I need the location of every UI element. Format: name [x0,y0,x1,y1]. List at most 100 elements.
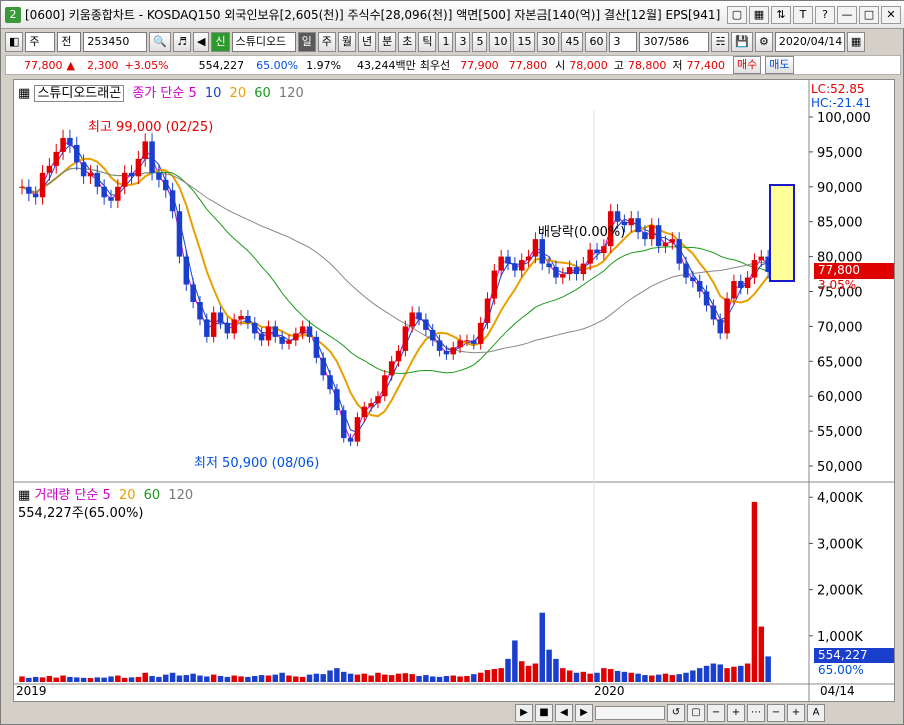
legend-close-series: 종가 단순 [132,86,185,101]
candle-body [546,263,552,268]
more-options-icon[interactable]: ⋯ [747,704,765,722]
maximize-button[interactable]: □ [859,5,879,24]
volume-bar [375,672,381,682]
save-icon[interactable]: 💾 [731,32,754,52]
price-tick-label: 90,000 [817,181,863,196]
volume-toggle-icon[interactable]: ▦ [18,488,30,503]
sort-icon[interactable]: ⇅ [771,5,791,24]
count-input[interactable]: 307/586 [639,32,710,52]
volume-bar [306,674,313,682]
text-button[interactable]: T [793,5,813,24]
buy-button[interactable]: 매수 [733,56,762,74]
zoom-fit-icon[interactable]: ▢ [687,704,705,722]
volume-bar [429,676,436,682]
candle-body [703,291,710,306]
tab-minute[interactable]: 분 [378,32,397,52]
candle-body [505,256,511,264]
prev-icon[interactable]: ◀ [192,32,210,52]
date-input[interactable]: 2020/04/14 [774,32,845,52]
candle-body [245,315,251,323]
interval-10[interactable]: 10 [489,32,512,52]
calendar-icon[interactable]: ▦ [846,32,866,52]
volume-legend: ▦ 거래량 단순 5 20 60 120 [18,484,193,503]
play-icon[interactable]: ▶ [515,704,533,722]
grid-icon[interactable]: ▦ [749,5,769,24]
candle-body [443,350,450,355]
high-annotation: 최고 99,000 (02/25) [88,120,214,135]
search-icon[interactable]: 🔍 [149,32,172,52]
tab-year[interactable]: 년 [357,32,377,52]
interval-15[interactable]: 15 [513,32,536,52]
candle-body [354,417,361,442]
tab-week[interactable]: 주 [317,32,336,52]
chart-scrollbar[interactable]: ▶ ■ ◀ ▶ ↺ ▢ − + ⋯ − + A [5,703,901,723]
interval-60[interactable]: 60 [585,32,608,52]
sell-button[interactable]: 매도 [765,56,794,74]
low-label: 저 [672,59,683,72]
candle-body [265,326,272,341]
gear-icon[interactable]: ⚙ [755,32,773,52]
scope-select[interactable]: 전 [57,32,82,52]
candle-body [252,322,258,334]
tab-second[interactable]: 초 [398,32,417,52]
interval-select[interactable]: 3 [609,32,638,52]
candle-body [416,312,422,320]
speaker-icon[interactable]: ♬ [173,32,191,52]
volume-bar [156,676,162,682]
volume-bar [566,670,573,682]
tab-month[interactable]: 월 [337,32,356,52]
candle-body [190,284,196,302]
font-icon[interactable]: A [807,704,825,722]
close-button[interactable]: ✕ [881,5,901,24]
price-volume-chart[interactable]: 100,00095,00090,00085,00080,00075,00070,… [14,80,894,701]
volume-bar [183,675,190,682]
scroll-left-icon[interactable]: ◀ [555,704,573,722]
candle-body [484,298,491,323]
volume-bar [169,672,176,682]
tab-day[interactable]: 일 [297,32,316,52]
zoom-reset-icon[interactable]: ↺ [667,704,685,722]
layout-icon[interactable]: ◧ [5,32,24,52]
help-button[interactable]: ? [815,5,835,24]
interval-5[interactable]: 5 [472,32,488,52]
legend-toggle-icon[interactable]: ▦ [18,86,30,101]
plus-icon[interactable]: + [787,704,805,722]
candle-body [135,158,142,177]
ma10-line [21,144,769,433]
minus-icon[interactable]: − [767,704,785,722]
candle-body [347,438,354,442]
scroll-right-icon[interactable]: ▶ [575,704,593,722]
candle-body [587,249,593,264]
stop-icon[interactable]: ■ [535,704,553,722]
zoom-out-icon[interactable]: − [707,704,725,722]
price-tick-label: 55,000 [817,425,863,440]
candle-body [601,246,607,254]
candle-body [169,190,176,212]
link-icon[interactable]: ▢ [727,5,747,24]
interval-3[interactable]: 3 [455,32,471,52]
volume-bar [717,664,723,682]
title-bar: 2 [0600] 키움종합차트 - KOSDAQ150 외국인보유[2,605(… [1,1,904,29]
volume-bar [690,670,696,682]
code-input[interactable]: 253450 [83,32,148,52]
turnover: 1.97% [306,58,342,72]
candle-body [142,141,148,159]
chart-area[interactable]: 100,000 95,000 90,000 85,000 80,000 75,000 70,… [13,79,895,702]
minimize-button[interactable]: — [837,5,857,24]
volume-bar [334,668,340,682]
market-select[interactable]: 주 [25,32,56,52]
zoom-in-icon[interactable]: + [727,704,745,722]
zoom-slider[interactable] [595,706,665,720]
candle-body [573,267,580,275]
interval-1[interactable]: 1 [438,32,454,52]
price-tick-label: 100,000 [817,111,871,126]
interval-45[interactable]: 45 [561,32,584,52]
volume-bar [224,676,231,682]
candle-body [518,260,525,271]
interval-30[interactable]: 30 [537,32,560,52]
volume-bar [231,675,237,682]
volume-bar [765,656,771,682]
tools-icon[interactable]: ☵ [711,32,730,52]
tab-tick[interactable]: 틱 [418,32,437,52]
volume-bar [388,675,395,682]
